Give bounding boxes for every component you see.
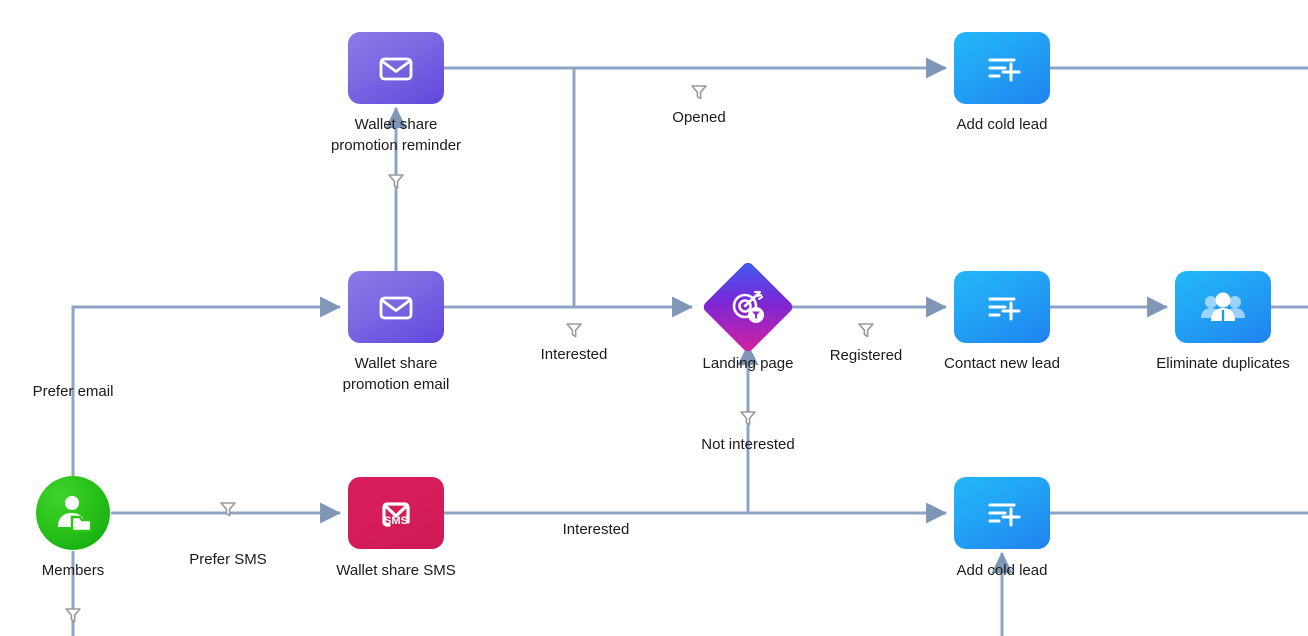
node-wallet-share-promotion-email[interactable]	[348, 271, 444, 343]
edge-label-prefer-sms: Prefer SMS	[189, 551, 267, 568]
edge-label-interested-middle: Interested	[540, 346, 608, 363]
people-group-icon	[1201, 292, 1245, 321]
node-eliminate-duplicates[interactable]	[1175, 271, 1271, 343]
landing-page-icon-wrap	[728, 287, 768, 327]
funnel-icon-prefer-sms	[220, 502, 236, 517]
add-cold-lead-top-shape	[954, 32, 1050, 104]
add-to-list-icon	[988, 503, 1021, 527]
node-add-cold-lead-bottom[interactable]	[954, 477, 1050, 549]
edge-label-prefer-email: Prefer email	[32, 383, 114, 400]
node-add-cold-lead-top[interactable]	[954, 32, 1050, 104]
edge-label-registered: Registered	[829, 347, 903, 364]
envelope-icon	[379, 296, 413, 320]
members-shape	[36, 476, 110, 550]
eliminate-duplicates-shape	[1175, 271, 1271, 343]
sms-envelope-icon: SMS	[382, 502, 410, 527]
node-wallet-share-promotion-reminder[interactable]	[348, 32, 444, 104]
funnel-icon-opened	[691, 85, 707, 100]
reminder-shape	[348, 32, 444, 104]
funnel-icon-not-interested	[740, 411, 756, 426]
add-to-list-icon	[988, 58, 1021, 82]
edge-label-opened: Opened	[672, 109, 726, 126]
node-wallet-share-sms[interactable]: SMS	[348, 477, 444, 549]
sms-shape: SMS	[348, 477, 444, 549]
node-contact-new-lead[interactable]	[954, 271, 1050, 343]
node-members[interactable]	[36, 476, 110, 550]
edge-label-not-interested: Not interested	[701, 436, 795, 453]
add-cold-lead-bottom-shape	[954, 477, 1050, 549]
edge-label-interested-bottom: Interested	[562, 521, 630, 538]
funnel-icon-members-down	[65, 608, 81, 623]
contact-new-lead-shape	[954, 271, 1050, 343]
envelope-icon	[379, 57, 413, 81]
target-funnel-icon	[732, 291, 764, 323]
email-shape	[348, 271, 444, 343]
workflow-canvas: Members Wallet share promotion reminder …	[0, 0, 1308, 636]
edge-layer	[71, 57, 1308, 636]
add-to-list-icon	[988, 297, 1021, 321]
landing-page-shape	[701, 260, 795, 354]
funnel-icon-registered	[858, 323, 874, 338]
node-landing-page[interactable]	[701, 260, 795, 354]
member-folder-icon	[58, 496, 93, 533]
funnel-icon-interested-middle	[566, 323, 582, 338]
funnel-icon-reminder-branch	[388, 174, 404, 189]
svg-text:SMS: SMS	[384, 515, 408, 527]
